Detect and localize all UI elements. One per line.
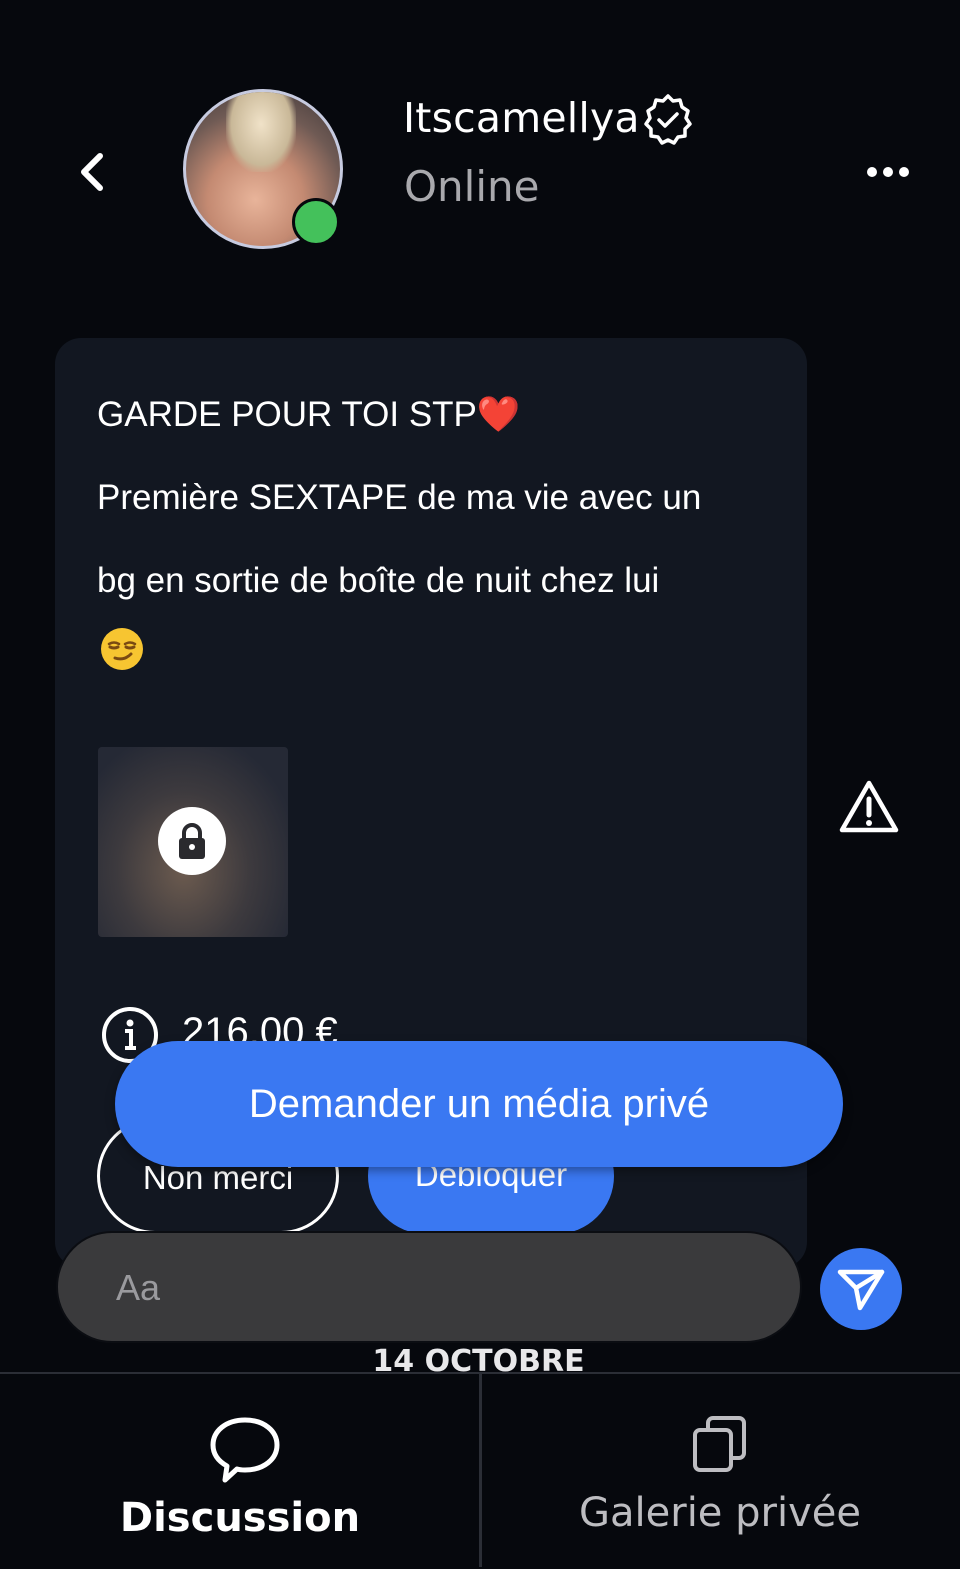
online-status: Online (404, 162, 540, 211)
warning-icon (839, 780, 899, 833)
more-options-button[interactable] (866, 160, 910, 184)
message-line-1: Première SEXTAPE de ma vie avec un (97, 478, 702, 517)
verified-badge-icon (640, 92, 696, 148)
report-warning-button[interactable] (838, 778, 900, 836)
chat-bubble-icon[interactable] (207, 1414, 283, 1488)
message-line-2: bg en sortie de boîte de nuit chez lui (97, 561, 660, 600)
chevron-left-icon (81, 153, 103, 191)
date-separator: 14 OCTOBRE (372, 1344, 585, 1372)
tab-discussion[interactable]: Discussion (0, 1495, 480, 1541)
send-icon (837, 1269, 885, 1311)
back-button[interactable] (70, 148, 114, 196)
message-title: GARDE POUR TOI STP❤️ (97, 395, 521, 434)
username[interactable]: Itscamellya (403, 94, 640, 142)
send-button[interactable] (820, 1248, 902, 1330)
message-input-container (56, 1231, 802, 1343)
request-private-media-button[interactable]: Demander un média privé (115, 1041, 843, 1167)
tab-private-gallery[interactable]: Galerie privée (480, 1490, 960, 1536)
message-input[interactable] (114, 1233, 758, 1343)
lock-icon (158, 807, 226, 875)
gallery-icon[interactable] (690, 1414, 750, 1474)
smirk-emoji-icon (100, 627, 144, 671)
online-indicator (292, 198, 340, 246)
more-options-icon (867, 167, 909, 177)
